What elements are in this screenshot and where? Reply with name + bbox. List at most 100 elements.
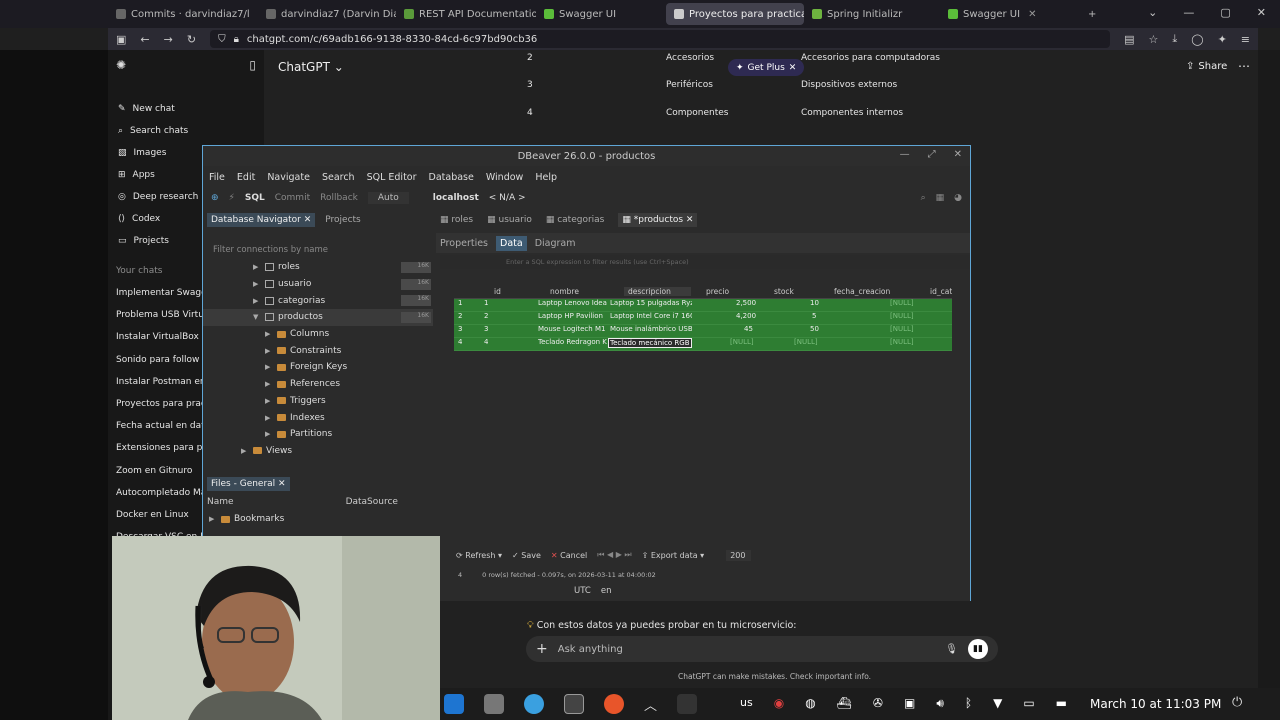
postman-icon[interactable] (604, 694, 624, 714)
editor-tab-productos[interactable]: ▦ *productos ✕ (618, 213, 698, 227)
extensions-icon[interactable]: ✦ (1218, 33, 1227, 46)
reader-icon[interactable]: ▤ (1124, 33, 1134, 46)
connection-select[interactable]: localhost (433, 193, 479, 203)
volume-icon[interactable]: 🔊︎ (936, 696, 944, 711)
voice-mode-icon[interactable]: ▮▮ (968, 639, 988, 659)
tab-projects[interactable]: Projects (325, 215, 360, 225)
timezone[interactable]: UTC (574, 586, 591, 596)
connection-filter-input[interactable]: Filter connections by name (203, 241, 433, 259)
browser-tab-6[interactable]: Spring Initializr (804, 3, 940, 25)
sql-filter-input[interactable]: Enter a SQL expression to filter results… (440, 255, 970, 269)
close-tab-icon[interactable]: ✕ (1028, 9, 1036, 20)
dbeaver-icon[interactable] (524, 694, 544, 714)
tree-item-roles[interactable]: ▶ roles 16K (203, 259, 433, 276)
expand-icon[interactable]: ▶ (265, 414, 273, 422)
chat-bubble-icon[interactable]: ▬ (1056, 696, 1067, 711)
battery-icon[interactable]: ▭ (1023, 696, 1034, 711)
table-row[interactable]: 4 4 Teclado Redragon K Teclado mecánico … (454, 338, 952, 351)
cell-editor[interactable]: Teclado mecánico RGB (608, 338, 692, 348)
connect-icon[interactable]: ⚡︎ (229, 193, 235, 203)
back-icon[interactable]: ← (140, 33, 149, 46)
plus-icon[interactable]: + (536, 641, 548, 657)
model-selector[interactable]: ChatGPT ⌄ (278, 60, 344, 74)
more-options-icon[interactable]: ⋯ (1238, 59, 1250, 73)
tab-files-general[interactable]: Files - General ✕ (207, 477, 290, 491)
editor-tab-categorias[interactable]: ▦ categorias (546, 215, 605, 225)
expand-icon[interactable]: ▶ (209, 515, 217, 523)
column-header-stock[interactable]: stock (774, 287, 794, 296)
expand-icon[interactable]: ▶ (265, 397, 273, 405)
perspective-icon[interactable]: ▦ (936, 193, 945, 203)
rollback-button[interactable]: Rollback (320, 193, 358, 203)
browser-tab-4[interactable]: Swagger UI (536, 3, 666, 25)
maximize-icon[interactable]: ▢ (1220, 6, 1230, 19)
chrome-icon[interactable]: ◍ (805, 696, 815, 711)
settings-icon[interactable] (484, 694, 504, 714)
expand-icon[interactable]: ▶ (253, 297, 261, 305)
editor-tab-roles[interactable]: ▦ roles (440, 215, 473, 225)
expand-icon[interactable]: ▶ (265, 430, 273, 438)
column-header-id[interactable]: id (494, 287, 501, 296)
menu-navigate[interactable]: Navigate (267, 172, 310, 183)
expand-icon[interactable]: ▶ (265, 330, 273, 338)
commit-button[interactable]: Commit (275, 193, 310, 203)
expand-icon[interactable]: ▶ (265, 380, 273, 388)
table-row[interactable]: 1 1 Laptop Lenovo Idea Laptop 15 pulgada… (454, 299, 952, 312)
menu-help[interactable]: Help (535, 172, 557, 183)
column-header-fecha-creacion[interactable]: fecha_creacion (834, 287, 890, 296)
browser-tab-5[interactable]: Proyectos para practicar✕ (666, 3, 804, 25)
browser-tab-7[interactable]: Swagger UI ✕ (940, 3, 1080, 25)
column-header-id-cat[interactable]: id_cat (930, 287, 952, 296)
minimize-icon[interactable]: — (900, 149, 910, 160)
page-scrollbar[interactable] (1258, 50, 1280, 720)
tree-item-views[interactable]: ▶ Views (203, 443, 433, 460)
new-tab-button[interactable]: + (1080, 3, 1104, 25)
tree-item-constraints[interactable]: ▶ Constraints (203, 342, 433, 359)
tree-item-triggers[interactable]: ▶ Triggers (203, 393, 433, 410)
export-data-button[interactable]: ⇪ Export data ▾ (642, 551, 705, 560)
keyboard-layout[interactable]: us (740, 696, 753, 711)
menu-file[interactable]: File (209, 172, 225, 183)
tab-data[interactable]: Data (496, 235, 527, 251)
column-header-nombre[interactable]: nombre (550, 287, 579, 296)
tree-item-productos[interactable]: ▼ productos 16K (203, 309, 433, 326)
download-icon[interactable]: ⤓ (1172, 32, 1177, 46)
table-row[interactable]: 3 3 Mouse Logitech M1 Mouse inalámbrico … (454, 325, 952, 338)
menu-icon[interactable]: ≡ (1241, 33, 1250, 46)
schema-select[interactable]: < N/A > (489, 193, 526, 203)
close-icon[interactable]: ✕ (954, 149, 962, 160)
tree-item-usuario[interactable]: ▶ usuario 16K (203, 276, 433, 293)
list-tabs-icon[interactable]: ⌄ (1148, 6, 1157, 19)
get-plus-button[interactable]: ✦ Get Plus ✕ (728, 59, 805, 76)
window-icon[interactable]: ▣ (904, 696, 915, 711)
url-bar[interactable]: ⛉ 🔒︎ chatgpt.com/c/69adb166-9138-8330-84… (210, 30, 1111, 48)
wifi-icon[interactable]: ▼ (993, 696, 1002, 711)
collapse-icon[interactable]: ▼ (253, 313, 261, 321)
tree-item-foreign-keys[interactable]: ▶ Foreign Keys (203, 359, 433, 376)
files-item-bookmarks[interactable]: ▶ Bookmarks (203, 511, 433, 528)
sidebar-toggle-icon[interactable]: ▣ (116, 33, 126, 46)
account-icon[interactable]: ◯ (1191, 33, 1203, 46)
new-chat-button[interactable]: ✎ New chat (116, 98, 256, 120)
cancel-button[interactable]: ✕ Cancel (551, 551, 587, 560)
tree-item-references[interactable]: ▶ References (203, 376, 433, 393)
expand-icon[interactable]: ▶ (265, 347, 273, 355)
docker-icon[interactable]: ⛴ (837, 696, 852, 711)
browser-tab-2[interactable]: darvindiaz7 (Darvin Dia (258, 3, 396, 25)
tree-item-columns[interactable]: ▶ Columns (203, 326, 433, 343)
fetch-size-input[interactable]: 200 (726, 549, 752, 561)
transaction-mode-select[interactable]: Auto (367, 192, 409, 204)
column-header-precio[interactable]: precio (706, 287, 729, 296)
screen-recorder-icon[interactable] (677, 694, 698, 714)
row-nav-icons[interactable]: ⏮ ◀ ▶ ⏭ (597, 550, 631, 560)
openai-logo-icon[interactable]: ✺ (116, 58, 126, 78)
sql-editor-button[interactable]: SQL (245, 193, 265, 203)
tree-item-indexes[interactable]: ▶ Indexes (203, 409, 433, 426)
share-button[interactable]: ⇪ Share (1186, 61, 1227, 72)
locale[interactable]: en (601, 586, 612, 596)
menu-sql-editor[interactable]: SQL Editor (367, 172, 417, 183)
clock[interactable]: March 10 at 11:03 PM (1090, 697, 1221, 711)
column-header-descripcion[interactable]: descripcion (624, 287, 691, 296)
steam-icon[interactable]: ✇ (873, 696, 883, 711)
minimize-icon[interactable]: — (1183, 6, 1194, 19)
